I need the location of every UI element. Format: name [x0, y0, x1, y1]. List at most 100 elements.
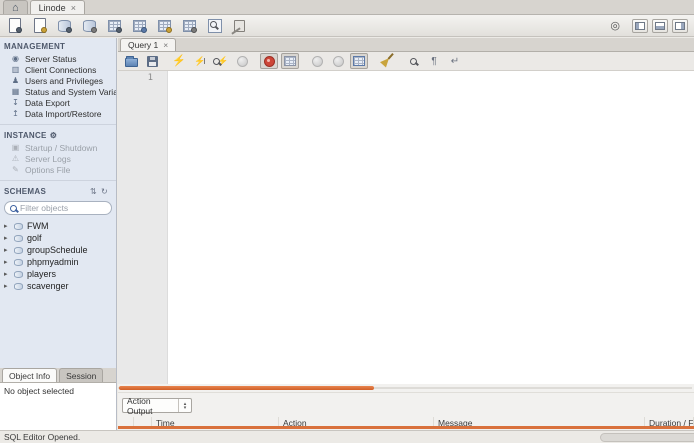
action-output-header-row: Time Action Message Duration / Fetch [118, 417, 694, 429]
expander-arrow-icon[interactable]: ▸ [4, 222, 10, 230]
status-bar: SQL Editor Opened. [0, 430, 694, 443]
sidebar-item-data-import-restore[interactable]: ↥ Data Import/Restore [0, 108, 116, 119]
sql-code-editor[interactable]: 1 [118, 71, 694, 384]
data-export-icon: ↧ [12, 98, 19, 107]
pilcrow-icon: ¶ [431, 55, 437, 67]
sidebar-item-server-logs[interactable]: ⚠ Server Logs [0, 153, 116, 164]
save-script-button[interactable] [143, 53, 161, 69]
create-procedure-icon[interactable] [156, 18, 173, 33]
sidebar-item-client-connections[interactable]: ▥ Client Connections [0, 64, 116, 75]
wrap-icon: ↵ [450, 55, 460, 67]
column-status-icon [118, 417, 134, 426]
schema-item-fwm[interactable]: ▸ FWM [0, 220, 116, 232]
reconnect-dbms-icon[interactable] [231, 18, 248, 33]
output-selector[interactable]: Action Output ▴ ▾ [122, 395, 192, 416]
find-button[interactable] [404, 53, 422, 69]
schema-item-groupschedule[interactable]: ▸ groupSchedule [0, 244, 116, 256]
schema-item-scavenger[interactable]: ▸ scavenger [0, 280, 116, 292]
horizontal-scrollbar-thumb[interactable] [600, 433, 694, 442]
alter-schema-icon[interactable] [81, 18, 98, 33]
create-function-icon[interactable] [181, 18, 198, 33]
open-sql-script-icon[interactable] [31, 18, 48, 33]
execute-current-button[interactable]: ⚡ I [191, 53, 209, 69]
line-number: 1 [147, 73, 153, 83]
close-icon[interactable]: × [71, 3, 76, 13]
startup-shutdown-icon: ▣ [11, 143, 20, 152]
toolbar-right-group: ◎ [610, 18, 688, 33]
search-icon [10, 204, 17, 212]
schema-item-golf[interactable]: ▸ golf [0, 232, 116, 244]
create-schema-icon[interactable] [56, 18, 73, 33]
column-header-time[interactable]: Time [152, 417, 279, 426]
sidebar-item-label: Startup / Shutdown [25, 142, 98, 153]
dropdown-spinner-icon[interactable]: ▴ ▾ [178, 399, 191, 412]
stop-button[interactable] [233, 53, 251, 69]
open-file-button[interactable] [122, 53, 140, 69]
expander-arrow-icon[interactable]: ▸ [4, 246, 10, 254]
system-variables-icon: ▦ [11, 87, 20, 96]
instance-title: INSTANCE [4, 131, 47, 140]
open-file-icon [124, 55, 138, 67]
sidebar-item-server-status[interactable]: ◉ Server Status [0, 53, 116, 64]
expander-arrow-icon[interactable]: ▸ [4, 234, 10, 242]
tab-home[interactable]: ⌂ [3, 0, 28, 14]
scrollbar-thumb[interactable] [119, 386, 374, 390]
tab-session[interactable]: Session [59, 368, 104, 382]
stop-on-error-toggle[interactable] [260, 53, 278, 69]
invisible-chars-toggle[interactable]: ¶ [425, 53, 443, 69]
wrap-text-toggle[interactable]: ↵ [446, 53, 464, 69]
sidebar-item-startup-shutdown[interactable]: ▣ Startup / Shutdown [0, 142, 116, 153]
sidebar-item-status-system-variables[interactable]: ▦ Status and System Variables [0, 86, 116, 97]
autocommit-toggle[interactable] [350, 53, 368, 69]
rollback-button[interactable] [329, 53, 347, 69]
schema-item-phpmyadmin[interactable]: ▸ phpmyadmin [0, 256, 116, 268]
schema-icon [14, 282, 23, 290]
schema-icon [14, 222, 23, 230]
schema-filter-input[interactable] [20, 203, 100, 213]
schema-filter-box[interactable] [4, 201, 112, 215]
editor-horizontal-scrollbar[interactable] [118, 384, 694, 392]
expander-arrow-icon[interactable]: ▸ [4, 270, 10, 278]
limit-rows-toggle[interactable] [281, 53, 299, 69]
sidebar-item-users-privileges[interactable]: ♟ Users and Privileges [0, 75, 116, 86]
column-header-action[interactable]: Action [279, 417, 434, 426]
new-query-tab-icon[interactable] [6, 18, 23, 33]
stop-icon [236, 55, 248, 67]
editor-text-surface[interactable] [168, 71, 694, 384]
search-data-icon[interactable] [206, 18, 223, 33]
beautify-button[interactable] [377, 53, 395, 69]
tab-connection-linode[interactable]: Linode × [29, 0, 85, 14]
expander-arrow-icon[interactable]: ▸ [4, 282, 10, 290]
column-header-duration-fetch[interactable]: Duration / Fetch [645, 417, 694, 426]
info-panel: Object Info Session No object selected [0, 368, 117, 430]
commit-icon [311, 55, 323, 67]
refresh-schemas-icon[interactable]: ↻ [101, 187, 108, 196]
toggle-left-sidebar-button[interactable] [632, 18, 648, 33]
create-view-icon[interactable] [131, 18, 148, 33]
output-selector-label: Action Output [127, 395, 153, 416]
cursor-ibeam-icon: I [203, 56, 206, 66]
action-output-panel: Action Output ▴ ▾ Time Action Message Du… [118, 392, 694, 430]
toggle-right-sidebar-button[interactable] [672, 18, 688, 33]
schemas-title: SCHEMAS [4, 187, 47, 196]
create-table-icon[interactable] [106, 18, 123, 33]
explain-icon [213, 57, 221, 65]
execute-button[interactable]: ⚡ [170, 53, 188, 69]
sidebar-item-data-export[interactable]: ↧ Data Export [0, 97, 116, 108]
schema-icon [14, 270, 23, 278]
collapse-expand-icon[interactable]: ⇅ [90, 187, 97, 196]
explain-button[interactable]: ⚡ [212, 53, 230, 69]
sql-editor-toolbar: ⚡ ⚡ I ⚡ ¶ ↵ [118, 52, 694, 71]
close-icon[interactable]: × [163, 40, 168, 50]
schema-name: players [27, 269, 57, 279]
beautify-broom-icon [380, 54, 392, 68]
schema-item-players[interactable]: ▸ players [0, 268, 116, 280]
expander-arrow-icon[interactable]: ▸ [4, 258, 10, 266]
management-title: MANAGEMENT [4, 42, 66, 51]
tab-query-1[interactable]: Query 1 × [120, 38, 177, 51]
tab-object-info[interactable]: Object Info [2, 368, 58, 382]
sidebar-item-options-file[interactable]: ✎ Options File [0, 164, 116, 175]
column-header-message[interactable]: Message [434, 417, 645, 426]
commit-button[interactable] [308, 53, 326, 69]
toggle-bottom-panel-button[interactable] [652, 18, 668, 33]
